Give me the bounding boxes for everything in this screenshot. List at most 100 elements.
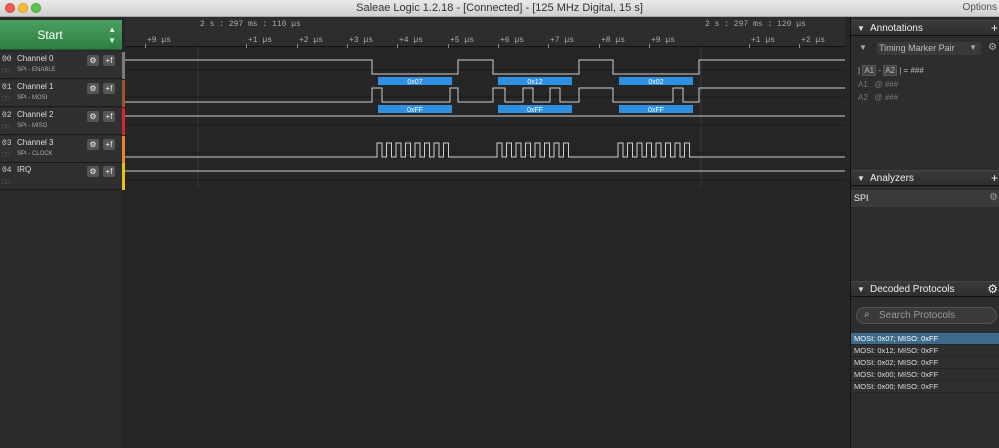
ruler-tick-label: +5 µs — [450, 36, 475, 45]
start-label: Start — [37, 28, 63, 42]
channel-panel: Start ▲ ▼ 00 ∷∷ Channel 0 SPI - ENABLE ⚙ … — [0, 17, 122, 448]
channel-name[interactable]: Channel 0 — [17, 54, 53, 63]
channel-add-icon[interactable]: +f — [103, 166, 115, 177]
ruler-tick-label: +3 µs — [349, 36, 374, 45]
channel-number: 01 — [2, 83, 12, 92]
decoded-protocols-header[interactable]: ▼ Decoded Protocols ⚙ — [851, 281, 999, 297]
drag-handle[interactable]: ∷∷ — [2, 67, 10, 75]
analyzers-title: Analyzers — [870, 173, 914, 184]
ruler-tick-label: +9 µs — [651, 36, 676, 45]
ruler-tick-label: +6 µs — [500, 36, 525, 45]
drag-handle[interactable]: ∷∷ — [2, 178, 10, 186]
channel-name[interactable]: Channel 2 — [17, 110, 53, 119]
decoded-protocols-title: Decoded Protocols — [870, 284, 955, 295]
analyzers-header[interactable]: ▼ Analyzers + — [851, 170, 999, 186]
channel-analyzer-label: SPI - MOSI — [17, 95, 48, 101]
channel-add-icon[interactable]: +f — [103, 83, 115, 94]
miso-decoded-value: 0xFF — [407, 107, 423, 114]
channel-settings-gear-icon[interactable]: ⚙ — [87, 83, 99, 94]
clock-waveform — [125, 142, 845, 158]
channel-row-0[interactable]: 00 ∷∷ Channel 0 SPI - ENABLE ⚙ +f — [0, 52, 122, 79]
protocols-gear-icon[interactable]: ⚙ — [987, 282, 998, 296]
window-title: Saleae Logic 1.2.18 - [Connected] - [125… — [356, 2, 643, 14]
mosi-decoded-value: 0x07 — [407, 79, 422, 86]
mosi-decoded-value: 0x12 — [527, 79, 542, 86]
search-protocols-field[interactable]: ⌕ — [856, 307, 997, 324]
list-item[interactable]: MOSI: 0x07; MISO: 0xFF — [851, 333, 999, 345]
analyzer-item-spi[interactable]: SPI ⚙ — [851, 190, 999, 207]
a2-value: @ ### — [874, 93, 899, 102]
channel-name[interactable]: IRQ — [17, 165, 31, 174]
timing-marker-pair[interactable]: ▼ Timing Marker Pair ▼ ⚙ — [859, 42, 997, 56]
a2-label: A2 — [858, 93, 868, 102]
drag-handle[interactable]: ∷∷ — [2, 95, 10, 103]
start-options-stepper[interactable]: ▲ ▼ — [108, 24, 116, 46]
time-ruler[interactable]: 2 s : 297 ms : 110 µs 2 s : 297 ms : 120… — [125, 17, 845, 48]
ruler-tick-label: +9 µs — [147, 36, 172, 45]
analyzer-label: SPI — [854, 193, 869, 203]
a1-value: @ ### — [874, 80, 899, 89]
channel-row-1[interactable]: 01 ∷∷ Channel 1 SPI - MOSI ⚙ +f — [0, 80, 122, 107]
channel-add-icon[interactable]: +f — [103, 111, 115, 122]
decoded-protocol-list: MOSI: 0x07; MISO: 0xFF MOSI: 0x12; MISO:… — [851, 333, 999, 393]
ruler-tick-label: +1 µs — [248, 36, 273, 45]
channel-name[interactable]: Channel 3 — [17, 138, 53, 147]
channel-settings-gear-icon[interactable]: ⚙ — [87, 139, 99, 150]
collapse-triangle-icon[interactable]: ▼ — [857, 285, 865, 294]
annotations-title: Annotations — [870, 23, 923, 34]
a1-line: A1 @ ### — [858, 80, 898, 89]
add-analyzer-icon[interactable]: + — [991, 171, 998, 185]
channel-settings-gear-icon[interactable]: ⚙ — [87, 166, 99, 177]
marker-flag-icon: ▼ — [859, 43, 867, 52]
list-item[interactable]: MOSI: 0x12; MISO: 0xFF — [851, 345, 999, 357]
marker-pair-select[interactable]: Timing Marker Pair — [877, 42, 981, 55]
channel-number: 04 — [2, 166, 12, 175]
channel-name[interactable]: Channel 1 — [17, 82, 53, 91]
miso-decoded-value: 0xFF — [648, 107, 664, 114]
channel-add-icon[interactable]: +f — [103, 139, 115, 150]
options-menu[interactable]: Options — [963, 2, 997, 13]
waveform-canvas[interactable]: 0x07 0x12 0x02 0xFF 0xFF 0xFF — [125, 47, 845, 448]
channel-settings-gear-icon[interactable]: ⚙ — [87, 111, 99, 122]
channel-analyzer-label: SPI - MISO — [17, 123, 48, 129]
chevron-down-icon[interactable]: ▼ — [969, 43, 977, 52]
annotations-header[interactable]: ▼ Annotations + — [851, 20, 999, 36]
ruler-timestamp-left: 2 s : 297 ms : 110 µs — [200, 20, 301, 29]
channel-number: 02 — [2, 111, 12, 120]
ruler-timestamp-right: 2 s : 297 ms : 120 µs — [705, 20, 806, 29]
search-input[interactable] — [879, 309, 994, 322]
miso-decoded-value: 0xFF — [527, 107, 543, 114]
channel-row-3[interactable]: 03 ∷∷ Channel 3 SPI - CLOCK ⚙ +f — [0, 136, 122, 163]
add-annotation-icon[interactable]: + — [991, 21, 998, 35]
channel-analyzer-label: SPI - ENABLE — [17, 67, 56, 73]
drag-handle[interactable]: ∷∷ — [2, 123, 10, 131]
title-bar: Saleae Logic 1.2.18 - [Connected] - [125… — [0, 0, 999, 17]
collapse-triangle-icon[interactable]: ▼ — [857, 174, 865, 183]
channel-settings-gear-icon[interactable]: ⚙ — [87, 55, 99, 66]
ruler-tick-label: +4 µs — [399, 36, 424, 45]
side-panel: ▼ Annotations + ▼ Timing Marker Pair ▼ ⚙… — [850, 17, 999, 448]
a2-box[interactable]: A2 — [883, 65, 898, 76]
waveform-view[interactable]: 2 s : 297 ms : 110 µs 2 s : 297 ms : 120… — [125, 17, 845, 448]
analyzer-gear-icon[interactable]: ⚙ — [989, 192, 998, 203]
channel-add-icon[interactable]: +f — [103, 55, 115, 66]
search-icon: ⌕ — [864, 309, 870, 320]
a2-line: A2 @ ### — [858, 93, 898, 102]
channel-analyzer-label: SPI - CLOCK — [17, 151, 53, 157]
channel-row-2[interactable]: 02 ∷∷ Channel 2 SPI - MISO ⚙ +f — [0, 108, 122, 135]
a1-box[interactable]: A1 — [862, 65, 877, 76]
list-item[interactable]: MOSI: 0x02; MISO: 0xFF — [851, 357, 999, 369]
ruler-tick-label: +2 µs — [801, 36, 826, 45]
ruler-tick-label: +7 µs — [550, 36, 575, 45]
channel-row-4[interactable]: 04 ∷∷ IRQ ⚙ +f — [0, 163, 122, 190]
list-item[interactable]: MOSI: 0x00; MISO: 0xFF — [851, 381, 999, 393]
enable-waveform — [125, 59, 845, 75]
list-item[interactable]: MOSI: 0x00; MISO: 0xFF — [851, 369, 999, 381]
channel-number: 00 — [2, 55, 12, 64]
start-button[interactable]: Start ▲ ▼ — [0, 20, 122, 50]
a1-label: A1 — [858, 80, 868, 89]
drag-handle[interactable]: ∷∷ — [2, 151, 10, 159]
collapse-triangle-icon[interactable]: ▼ — [857, 24, 865, 33]
marker-gear-icon[interactable]: ⚙ — [988, 42, 997, 53]
ruler-tick-label: +8 µs — [601, 36, 626, 45]
